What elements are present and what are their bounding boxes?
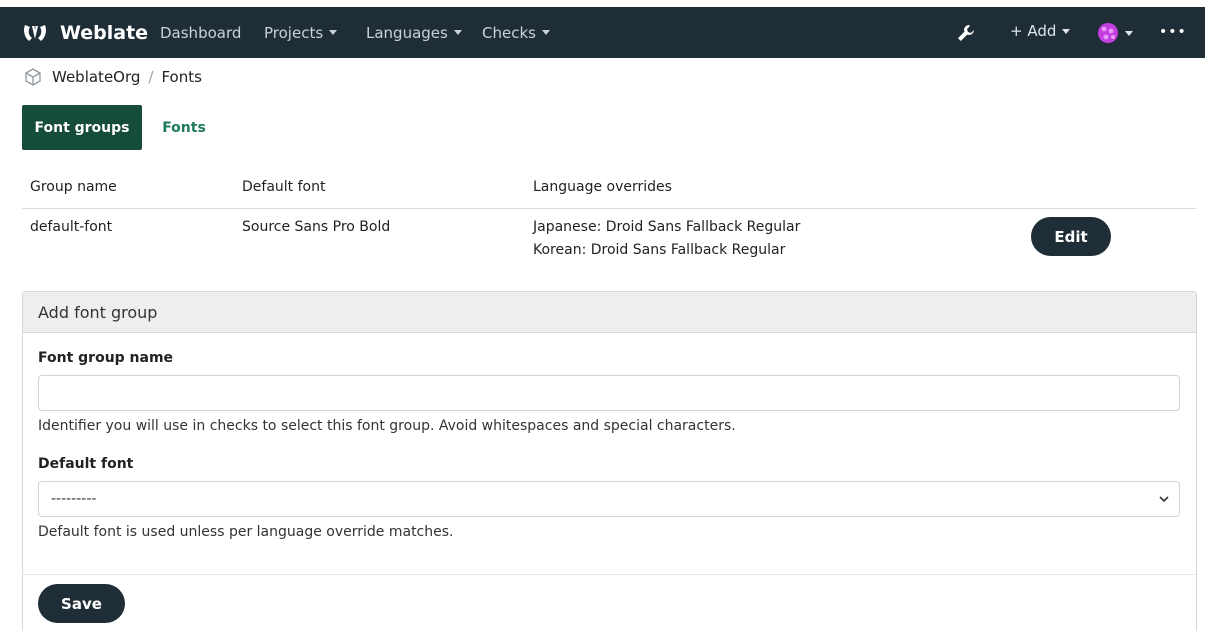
font-group-name-label: Font group name [38, 350, 174, 366]
add-menu[interactable]: + Add [1010, 22, 1071, 40]
add-font-group-card: Add font group Font group name Identifie… [22, 291, 1197, 631]
card-footer-divider [23, 574, 1196, 575]
brand-name: Weblate [60, 21, 149, 44]
chevron-down-icon [541, 30, 550, 35]
nav-checks-label: Checks [482, 23, 536, 42]
cell-group-name: default-font [30, 219, 113, 235]
organization-icon [25, 68, 41, 86]
more-menu[interactable]: ••• [1159, 24, 1187, 40]
edit-button[interactable]: Edit [1031, 217, 1111, 256]
default-font-select[interactable]: --------- [38, 481, 1180, 517]
top-navbar: Weblate Dashboard Projects Languages Che… [0, 7, 1205, 58]
default-font-label: Default font [38, 456, 134, 472]
font-group-name-help: Identifier you will use in checks to sel… [38, 418, 736, 434]
chevron-down-icon [1062, 28, 1071, 34]
breadcrumb-separator: / [148, 68, 154, 86]
add-menu-label: + Add [1010, 22, 1057, 40]
default-font-selected-value: --------- [51, 491, 97, 507]
wrench-icon [958, 25, 974, 41]
font-group-name-input[interactable] [38, 375, 1180, 411]
column-header-language-overrides: Language overrides [533, 179, 672, 195]
card-title: Add font group [23, 292, 1196, 333]
breadcrumb-current: Fonts [161, 68, 202, 86]
nav-dashboard[interactable]: Dashboard [160, 24, 241, 42]
column-header-group-name: Group name [30, 179, 117, 195]
brand[interactable]: Weblate [22, 22, 148, 44]
chevron-down-icon [1125, 30, 1133, 36]
tab-font-groups[interactable]: Font groups [22, 105, 142, 150]
save-button[interactable]: Save [38, 584, 125, 623]
chevron-down-icon [453, 30, 462, 35]
avatar [1098, 23, 1118, 43]
breadcrumb: WeblateOrg / Fonts [24, 68, 202, 86]
default-font-help: Default font is used unless per language… [38, 524, 454, 540]
nav-checks[interactable]: Checks [482, 24, 550, 42]
breadcrumb-org-link[interactable]: WeblateOrg [52, 68, 140, 86]
cell-override-japanese: Japanese: Droid Sans Fallback Regular [533, 219, 801, 235]
user-menu[interactable] [1097, 22, 1133, 44]
column-header-default-font: Default font [242, 179, 326, 195]
weblate-logo-icon [24, 24, 46, 41]
cell-default-font: Source Sans Pro Bold [242, 219, 391, 235]
table-divider [22, 208, 1196, 209]
chevron-down-icon [1159, 496, 1169, 503]
cell-override-korean: Korean: Droid Sans Fallback Regular [533, 242, 786, 258]
nav-languages[interactable]: Languages [366, 24, 462, 42]
chevron-down-icon [329, 30, 338, 35]
tab-fonts[interactable]: Fonts [148, 105, 220, 150]
nav-languages-label: Languages [366, 23, 448, 42]
nav-projects[interactable]: Projects [264, 23, 338, 42]
nav-projects-label: Projects [264, 23, 324, 42]
tools-button[interactable] [956, 23, 976, 43]
